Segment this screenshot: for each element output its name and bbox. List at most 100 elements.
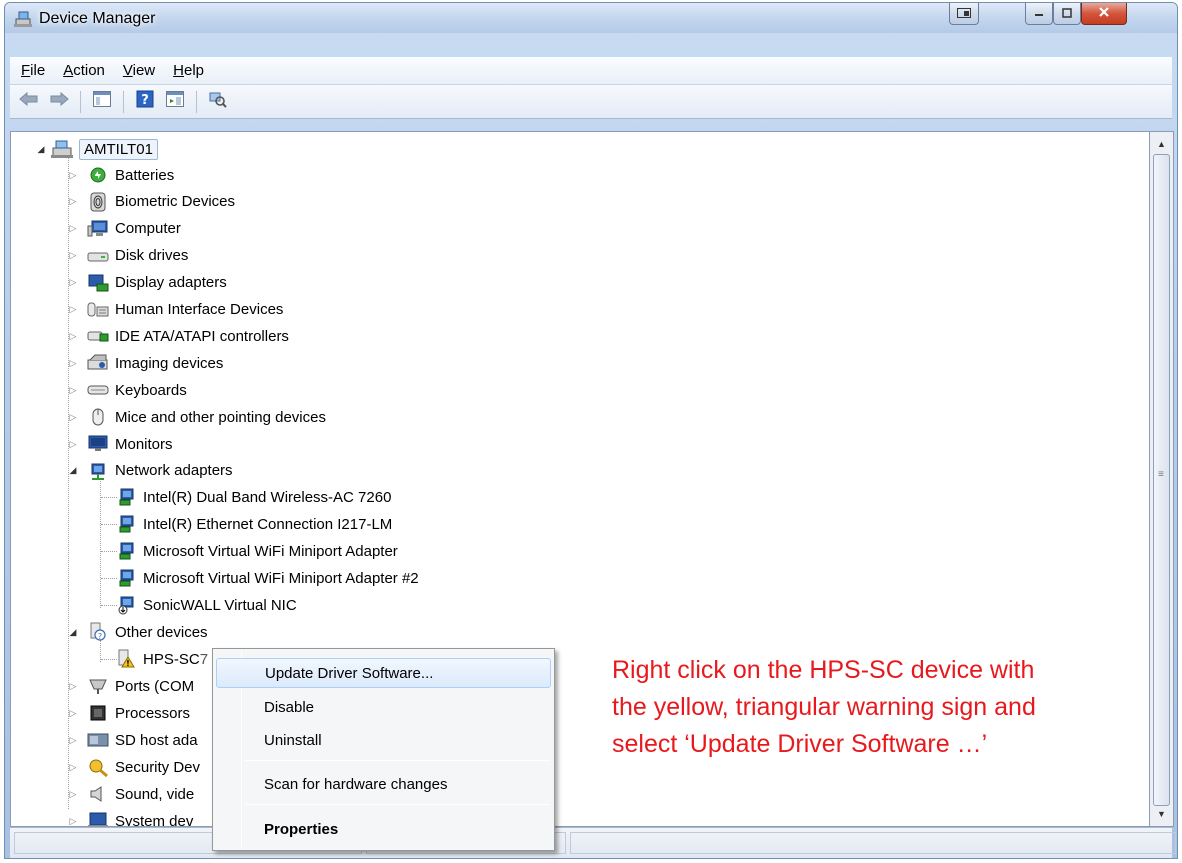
status-cell (570, 832, 1176, 854)
menu-action[interactable]: Action (54, 59, 114, 82)
expand-arrow-icon[interactable]: ▷ (67, 707, 79, 719)
menu-help[interactable]: Help (164, 59, 213, 82)
tree-node-category[interactable]: ▷ Processors (67, 700, 191, 726)
help-icon: ? (136, 90, 154, 113)
collapse-arrow-icon[interactable]: ◢ (35, 143, 47, 155)
expand-arrow-icon[interactable]: ▷ (67, 680, 79, 692)
minimize-button[interactable] (1025, 3, 1053, 25)
vertical-scrollbar[interactable]: ▲ ≡ ▼ (1150, 131, 1174, 827)
console-tree-icon (93, 91, 111, 112)
device-network-adapter[interactable]: Microsoft Virtual WiFi Miniport Adapter (115, 538, 398, 564)
toolbar-separator (123, 90, 124, 113)
hid-icon (87, 300, 109, 320)
expand-arrow-icon[interactable]: ▷ (67, 438, 79, 450)
computer-root-icon (51, 139, 73, 159)
tree-node-category[interactable]: ▷ Biometric Devices (67, 189, 235, 215)
expand-arrow-icon[interactable]: ▷ (67, 277, 79, 289)
device-network-adapter[interactable]: Intel(R) Dual Band Wireless-AC 7260 (115, 484, 391, 510)
expand-arrow-icon[interactable]: ▷ (67, 304, 79, 316)
expand-arrow-icon[interactable]: ▷ (67, 169, 79, 181)
expand-arrow-icon[interactable]: ▷ (67, 761, 79, 773)
tree-node-category[interactable]: ◢ Network adapters (67, 458, 233, 484)
tree-node-category[interactable]: ▷ Display adapters (67, 270, 227, 296)
toolbar-separator (80, 90, 81, 113)
maximize-button[interactable] (1053, 3, 1081, 25)
device-manager-app-icon (13, 10, 33, 28)
tree-node-label: SD host ada (115, 731, 198, 749)
expand-arrow-icon[interactable]: ▷ (67, 734, 79, 746)
tree-node-category[interactable]: ▷ Imaging devices (67, 350, 223, 376)
expand-arrow-icon[interactable]: ▷ (67, 196, 79, 208)
title-bar[interactable]: Device Manager (5, 3, 1177, 33)
restore-snap-button[interactable] (949, 3, 979, 25)
device-network-adapter[interactable]: Microsoft Virtual WiFi Miniport Adapter … (115, 565, 419, 591)
back-button[interactable] (16, 90, 42, 114)
tree-node-category[interactable]: ▷ Keyboards (67, 377, 187, 403)
expand-arrow-icon[interactable]: ▷ (67, 411, 79, 423)
window-snap-icon (957, 5, 971, 23)
device-network-adapter[interactable]: Intel(R) Ethernet Connection I217-LM (115, 511, 392, 537)
tree-node-label: Sound, vide (115, 785, 195, 803)
device-network-adapter[interactable]: SonicWALL Virtual NIC (115, 592, 297, 618)
tree-node-category[interactable]: ▷ Sound, vide (67, 781, 195, 807)
tree-node-label: System dev (115, 812, 194, 827)
expand-arrow-icon[interactable]: ▷ (67, 815, 79, 826)
show-hide-console-tree-button[interactable] (89, 90, 115, 114)
tree-node-hps-sc[interactable]: ! HPS-SC 7 (115, 646, 208, 672)
sound-icon (87, 784, 109, 804)
annotation-line-1: Right click on the HPS-SC device with (612, 656, 1035, 684)
expand-arrow-icon[interactable]: ▷ (67, 223, 79, 235)
tree-node-category[interactable]: ▷ Security Dev (67, 754, 200, 780)
context-menu: Update Driver Software... Disable Uninst… (212, 648, 555, 851)
collapse-arrow-icon[interactable]: ◢ (67, 626, 79, 638)
properties-button[interactable] (162, 90, 188, 114)
menu-disable[interactable]: Disable (216, 692, 551, 722)
port-icon (87, 676, 109, 696)
network-adapter-icon (115, 487, 137, 507)
tree-node-category[interactable]: ▷ Ports (COM (67, 673, 195, 699)
menu-scan-hardware-changes[interactable]: Scan for hardware changes (216, 769, 551, 799)
collapse-arrow-icon[interactable]: ◢ (67, 465, 79, 477)
expand-arrow-icon[interactable]: ▷ (67, 250, 79, 262)
menu-properties[interactable]: Properties (216, 814, 551, 844)
tree-node-category[interactable]: ▷ IDE ATA/ATAPI controllers (67, 323, 289, 349)
imaging-device-icon (87, 353, 109, 373)
instruction-annotation: Right click on the HPS-SC device with th… (612, 652, 1142, 763)
expand-arrow-icon[interactable]: ▷ (67, 357, 79, 369)
expand-arrow-icon[interactable]: ▷ (67, 788, 79, 800)
menu-view[interactable]: View (114, 59, 164, 82)
annotation-line-3: select ‘Update Driver Software …’ (612, 730, 988, 758)
help-button[interactable]: ? (132, 90, 158, 114)
window-title: Device Manager (39, 10, 156, 27)
menu-uninstall[interactable]: Uninstall (216, 725, 551, 755)
tree-node-category[interactable]: ▷ Human Interface Devices (67, 297, 284, 323)
scroll-down-arrow-icon[interactable]: ▼ (1150, 804, 1173, 824)
expand-arrow-icon[interactable]: ▷ (67, 384, 79, 396)
mouse-icon (87, 407, 109, 427)
forward-button[interactable] (46, 90, 72, 114)
network-adapter-icon (115, 541, 137, 561)
computer-icon (87, 219, 109, 239)
warning-device-icon: ! (115, 649, 137, 669)
tree-root[interactable]: ◢ AMTILT01 (35, 136, 158, 162)
menu-update-driver-software[interactable]: Update Driver Software... (216, 658, 551, 688)
tree-node-category[interactable]: ▷ System dev (67, 808, 194, 827)
minimize-icon (1034, 5, 1044, 23)
tree-node-category[interactable]: ▷ Mice and other pointing devices (67, 404, 326, 430)
close-button[interactable] (1081, 3, 1127, 25)
tree-node-category[interactable]: ▷ Disk drives (67, 243, 189, 269)
tree-node-category[interactable]: ▷ Monitors (67, 431, 173, 457)
tree-node-category[interactable]: ▷ SD host ada (67, 727, 198, 753)
sd-host-icon (87, 730, 109, 750)
scrollbar-thumb[interactable]: ≡ (1153, 154, 1170, 806)
tree-node-other-devices[interactable]: ◢ ? Other devices (67, 619, 208, 645)
scan-hardware-button[interactable] (205, 90, 231, 114)
expand-arrow-icon[interactable]: ▷ (67, 330, 79, 342)
menu-file[interactable]: File (12, 59, 54, 82)
tree-node-label: IDE ATA/ATAPI controllers (115, 327, 289, 345)
device-label: Intel(R) Dual Band Wireless-AC 7260 (143, 488, 392, 506)
tree-node-label: Other devices (115, 623, 208, 641)
tree-node-category[interactable]: ▷ Computer (67, 216, 181, 242)
tree-node-category[interactable]: ▷ Batteries (67, 162, 175, 188)
scroll-up-arrow-icon[interactable]: ▲ (1150, 134, 1173, 154)
